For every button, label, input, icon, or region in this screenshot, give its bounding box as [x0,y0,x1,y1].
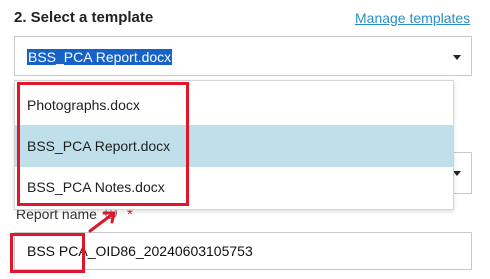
template-select[interactable]: BSS_PCA Report.docx [14,36,472,76]
annotation-box-report-prefix [10,233,85,273]
annotation-arrow-icon [88,211,116,233]
section-title: 2. Select a template [14,9,154,26]
annotation-box-options [17,82,189,206]
caret-down-icon [453,171,461,176]
caret-down-icon [453,55,461,60]
template-select-value: BSS_PCA Report.docx [27,49,173,65]
manage-templates-link[interactable]: Manage templates [355,10,470,26]
